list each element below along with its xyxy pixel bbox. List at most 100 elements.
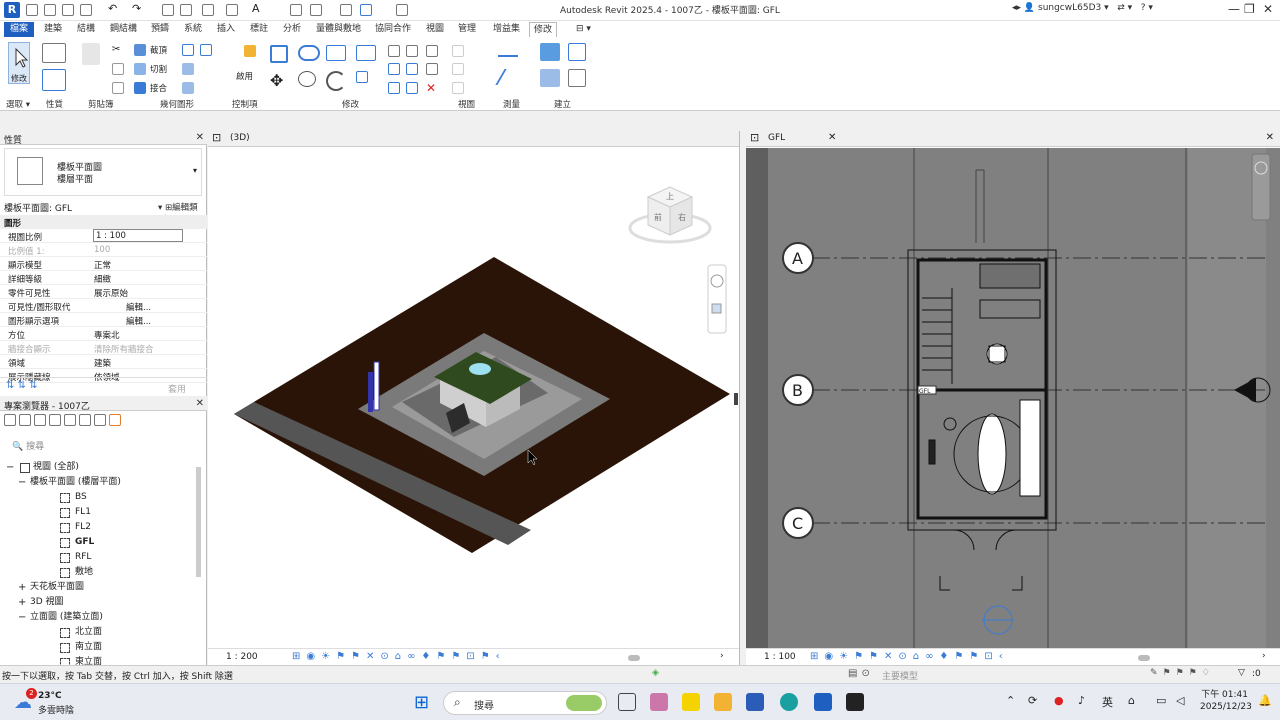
apply-button[interactable]: 套用 (168, 382, 186, 395)
property-value[interactable]: 編輯... (126, 315, 151, 327)
aligned-dimension-icon[interactable] (498, 45, 518, 57)
match-type-icon[interactable] (112, 82, 124, 94)
browser-tree-item[interactable]: − 視圖 (全部) (0, 460, 200, 475)
tab-precast[interactable]: 預鑄 (147, 22, 173, 37)
tab-massing[interactable]: 量體與敷地 (312, 22, 365, 37)
property-row[interactable]: 圖形 (0, 215, 207, 229)
navigation-bar[interactable] (707, 264, 727, 334)
create-group-icon[interactable] (540, 69, 560, 87)
collapse-icon[interactable]: − (18, 475, 26, 490)
property-value[interactable]: 編輯... (126, 301, 151, 313)
3d-hscroll[interactable] (628, 655, 640, 661)
browser-tree-item[interactable]: FL1 (0, 505, 200, 520)
browser-tree-item[interactable]: − 樓板平面圖 (樓層平面) (0, 475, 200, 490)
link-icon[interactable] (109, 414, 121, 426)
expand-icon[interactable]: + (18, 580, 26, 595)
browser-scrollbar[interactable] (196, 467, 201, 577)
create-similar-icon[interactable] (568, 69, 586, 87)
volume-icon[interactable]: ◁ (1176, 694, 1184, 707)
text-icon[interactable]: A (252, 2, 264, 15)
expand-icon[interactable]: + (18, 595, 26, 610)
rotate-icon[interactable] (326, 71, 346, 91)
cope-icon[interactable] (134, 44, 146, 56)
sync-icon[interactable] (80, 4, 92, 16)
3d-scrollbar[interactable] (734, 393, 738, 405)
network-icon[interactable]: ▭ (1156, 694, 1166, 707)
delete-icon[interactable]: ✕ (426, 82, 438, 94)
browser-tree-item[interactable]: − 立面圖 (建築立面) (0, 610, 200, 625)
sort-icon[interactable]: ⇅ ⇅ ⇅ (6, 380, 38, 391)
view-override-icon[interactable] (452, 63, 464, 75)
demolish-icon[interactable] (182, 82, 194, 94)
group-select-label[interactable]: 選取 ▾ (6, 98, 30, 110)
browser-tool-icon[interactable] (49, 414, 61, 426)
revit-logo-icon[interactable]: R (4, 2, 20, 18)
modify-select-button[interactable]: 修改 (8, 42, 30, 84)
tab-annotate[interactable]: 標註 (246, 22, 272, 37)
offset-small-icon[interactable] (426, 63, 438, 75)
browser-tool-icon[interactable] (64, 414, 76, 426)
tab-modify[interactable]: 修改 (529, 22, 558, 37)
scale-icon[interactable] (388, 82, 400, 94)
sticky-notes-icon[interactable] (682, 693, 700, 711)
tab-insert[interactable]: 插入 (213, 22, 239, 37)
measure-icon[interactable] (180, 4, 192, 16)
view-hide-icon[interactable] (452, 45, 464, 57)
browser-tool-icon[interactable] (94, 414, 106, 426)
view-3d[interactable]: ⊡ (3D) 前 右 上 1: 200 ⊞◉☀⚑⚑✕⊙⌂∞♦⚑⚑⊡⚑‹ › (208, 131, 740, 665)
trim-single-icon[interactable] (426, 45, 438, 57)
split-icon[interactable] (388, 45, 400, 57)
tab-structure[interactable]: 結構 (73, 22, 99, 37)
property-row[interactable]: 零件可見性 展示原始 (0, 285, 207, 299)
design-option[interactable]: 主要模型 (882, 669, 918, 682)
browser-tool-icon[interactable] (4, 414, 16, 426)
3d-view-icon[interactable] (290, 4, 302, 16)
tag-icon[interactable] (226, 4, 238, 16)
view-plan-controls-icon[interactable]: ⊞◉☀⚑⚑✕⊙⌂∞♦⚑⚑⊡‹ (810, 651, 1009, 662)
offset-icon[interactable] (298, 45, 320, 61)
join-icon[interactable] (134, 82, 146, 94)
home-icon[interactable] (26, 4, 38, 16)
property-row[interactable]: 詳細等級 細緻 (0, 271, 207, 285)
print-icon[interactable] (162, 4, 174, 16)
tab-extra-icon[interactable]: ⊟ ▾ (572, 22, 595, 37)
taskbar-search-input[interactable]: ⌕ 搜尋 (443, 691, 607, 715)
properties-icon[interactable] (42, 43, 66, 63)
type-properties-icon[interactable] (42, 69, 66, 91)
property-row[interactable]: 視圖比例 1 : 100 (0, 229, 207, 243)
minimize-button[interactable]: — (1228, 2, 1240, 16)
property-row[interactable]: 可見性/圖形取代 編輯... (0, 299, 207, 313)
paint-icon[interactable] (182, 63, 194, 75)
property-row[interactable]: 圖形顯示選項 編輯... (0, 313, 207, 327)
open-icon[interactable] (44, 4, 56, 16)
workset-icon[interactable]: ◈ (652, 668, 659, 678)
property-row[interactable]: 領域 建築 (0, 355, 207, 369)
close-button[interactable]: ✕ (1263, 2, 1273, 16)
mirror-axis-icon[interactable] (326, 45, 346, 61)
view-cube[interactable]: 前 右 上 (628, 186, 712, 244)
grid-bubble-b[interactable]: B (782, 374, 814, 406)
tab-systems[interactable]: 系統 (180, 22, 206, 37)
view-plan[interactable]: ⊡ GFL ✕ ✕ A B C GFL 1: 100 ⊞◉☀⚑⚑✕⊙⌂∞♦⚑⚑… (746, 131, 1280, 665)
chevron-right-icon[interactable]: › (1262, 651, 1266, 661)
filter-icon[interactable]: ▽ (1238, 668, 1245, 678)
mirror-draw-icon[interactable] (356, 45, 376, 61)
view-linework-icon[interactable] (452, 82, 464, 94)
view-scale-input[interactable]: 1 : 100 (93, 229, 183, 242)
tray-alert-icon[interactable]: ● (1054, 694, 1064, 707)
browser-tree-item[interactable]: FL2 (0, 520, 200, 535)
microphone-icon[interactable]: ♪ (1078, 694, 1085, 707)
wall-joins-icon[interactable] (182, 44, 194, 56)
browser-tree-item[interactable]: 南立面 (0, 640, 200, 655)
clock[interactable]: 下午 01:41 2025/12/23 (1200, 689, 1252, 713)
cut-icon[interactable]: ✂ (112, 44, 124, 56)
windows-start-icon[interactable]: ⊞ (414, 692, 429, 713)
chevron-right-icon[interactable]: › (720, 651, 724, 661)
window-close-icon[interactable]: ✕ (1266, 132, 1274, 143)
collapse-icon[interactable]: − (6, 460, 14, 475)
capture-app-icon[interactable] (846, 693, 864, 711)
browser-tree-item[interactable]: 敷地 (0, 565, 200, 580)
browser-tool-icon[interactable] (34, 414, 46, 426)
browser-tree-item[interactable]: BS (0, 490, 200, 505)
section-icon[interactable] (310, 4, 322, 16)
